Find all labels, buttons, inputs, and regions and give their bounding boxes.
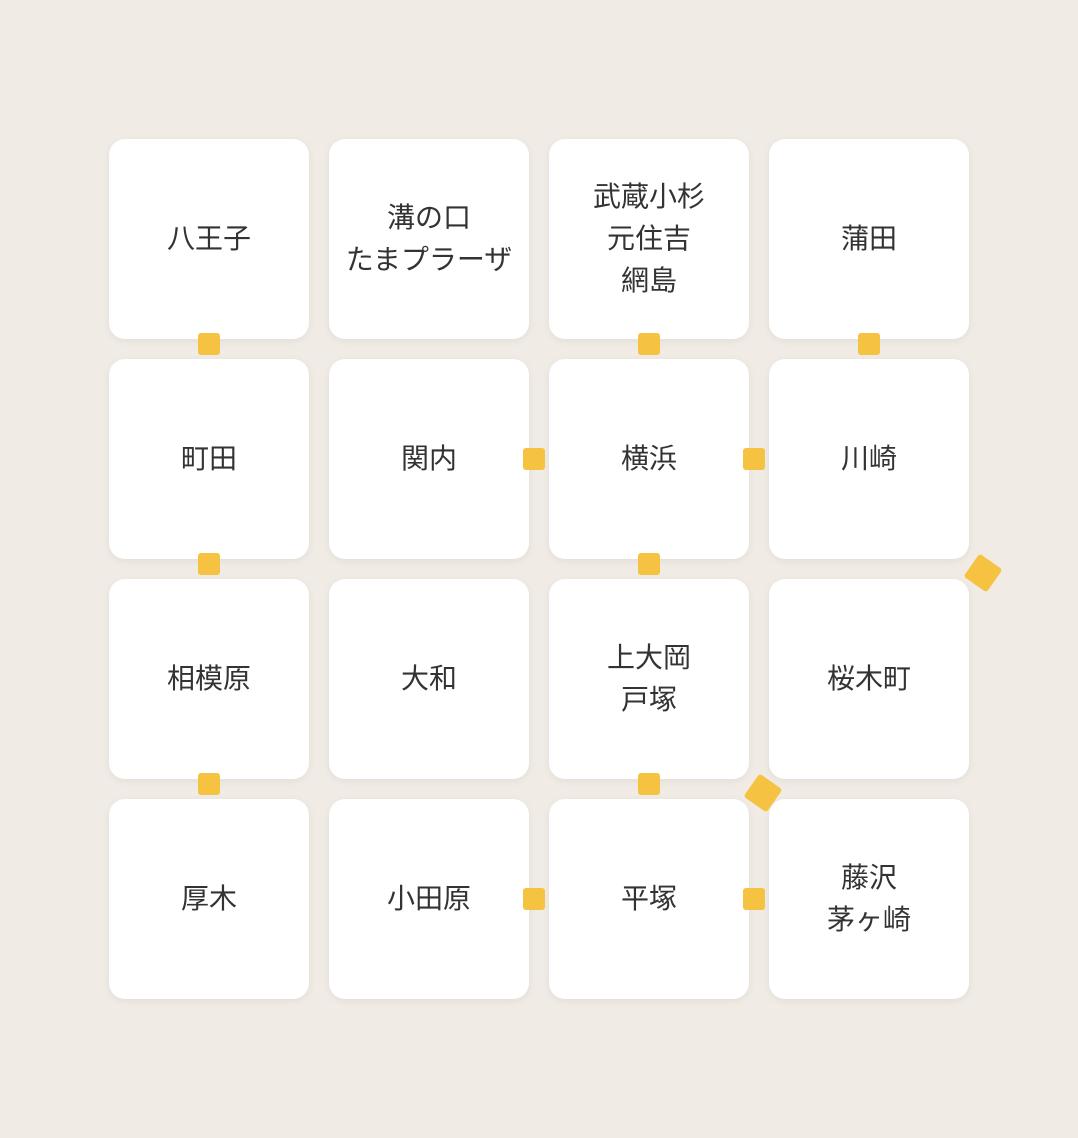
label-atsugi: 厚木 — [181, 878, 237, 920]
cell-sagamihara[interactable]: 相模原 — [99, 569, 319, 789]
card-kamiooka[interactable]: 上大岡戸塚 — [549, 579, 749, 779]
cell-kannai[interactable]: 関内 — [319, 349, 539, 569]
cell-hachioji[interactable]: 八王子 — [99, 129, 319, 349]
cell-sakuragicho[interactable]: 桜木町 — [759, 569, 979, 789]
connector-machida-bottom — [198, 553, 220, 575]
cell-kamata[interactable]: 蒲田 — [759, 129, 979, 349]
label-kamiooka: 上大岡戸塚 — [607, 637, 691, 721]
card-sakuragicho[interactable]: 桜木町 — [769, 579, 969, 779]
card-kamata[interactable]: 蒲田 — [769, 139, 969, 339]
cell-kawasaki[interactable]: 川崎 — [759, 349, 979, 569]
cell-odawara[interactable]: 小田原 — [319, 789, 539, 1009]
card-mizo-tama[interactable]: 溝の口たまプラーザ — [329, 139, 529, 339]
cell-machida[interactable]: 町田 — [99, 349, 319, 569]
label-hiratsuka: 平塚 — [621, 878, 677, 920]
card-musashi[interactable]: 武蔵小杉元住吉網島 — [549, 139, 749, 339]
connector-hachioji-bottom — [198, 333, 220, 355]
card-odawara[interactable]: 小田原 — [329, 799, 529, 999]
label-yokohama: 横浜 — [621, 438, 677, 480]
card-atsugi[interactable]: 厚木 — [109, 799, 309, 999]
label-odawara: 小田原 — [387, 878, 471, 920]
cell-fujisawa[interactable]: 藤沢茅ヶ崎 — [759, 789, 979, 1009]
card-fujisawa[interactable]: 藤沢茅ヶ崎 — [769, 799, 969, 999]
card-sagamihara[interactable]: 相模原 — [109, 579, 309, 779]
connector-kamata-bottom — [858, 333, 880, 355]
label-machida: 町田 — [181, 438, 237, 480]
card-kannai[interactable]: 関内 — [329, 359, 529, 559]
label-kamata: 蒲田 — [841, 218, 897, 260]
label-musashi: 武蔵小杉元住吉網島 — [593, 176, 705, 302]
cell-yokohama[interactable]: 横浜 — [539, 349, 759, 569]
cell-hiratsuka[interactable]: 平塚 — [539, 789, 759, 1009]
connector-odawara-right — [523, 888, 545, 910]
connector-musashi-bottom — [638, 333, 660, 355]
card-yamato[interactable]: 大和 — [329, 579, 529, 779]
connector-yokohama-right — [743, 448, 765, 470]
card-hachioji[interactable]: 八王子 — [109, 139, 309, 339]
label-kannai: 関内 — [401, 438, 457, 480]
cell-atsugi[interactable]: 厚木 — [99, 789, 319, 1009]
label-sagamihara: 相模原 — [167, 658, 251, 700]
connector-kannai-right — [523, 448, 545, 470]
card-machida[interactable]: 町田 — [109, 359, 309, 559]
cell-yamato[interactable]: 大和 — [319, 569, 539, 789]
card-hiratsuka[interactable]: 平塚 — [549, 799, 749, 999]
connector-hiratsuka-right — [743, 888, 765, 910]
cell-kamiooka[interactable]: 上大岡戸塚 — [539, 569, 759, 789]
card-yokohama[interactable]: 横浜 — [549, 359, 749, 559]
label-sakuragicho: 桜木町 — [827, 658, 911, 700]
cell-mizo-tama[interactable]: 溝の口たまプラーザ — [319, 129, 539, 349]
label-kawasaki: 川崎 — [841, 438, 897, 480]
connector-kamiooka-bottom — [638, 773, 660, 795]
cell-musashi[interactable]: 武蔵小杉元住吉網島 — [539, 129, 759, 349]
card-kawasaki[interactable]: 川崎 — [769, 359, 969, 559]
label-fujisawa: 藤沢茅ヶ崎 — [827, 857, 911, 941]
connector-yokohama-bottom — [638, 553, 660, 575]
connector-sagamihara-bottom — [198, 773, 220, 795]
label-hachioji: 八王子 — [167, 218, 251, 260]
label-yamato: 大和 — [401, 658, 457, 700]
label-mizo-tama: 溝の口たまプラーザ — [346, 197, 513, 281]
station-grid: 八王子 溝の口たまプラーザ 武蔵小杉元住吉網島 蒲田 町田 関内 — [99, 129, 979, 1009]
